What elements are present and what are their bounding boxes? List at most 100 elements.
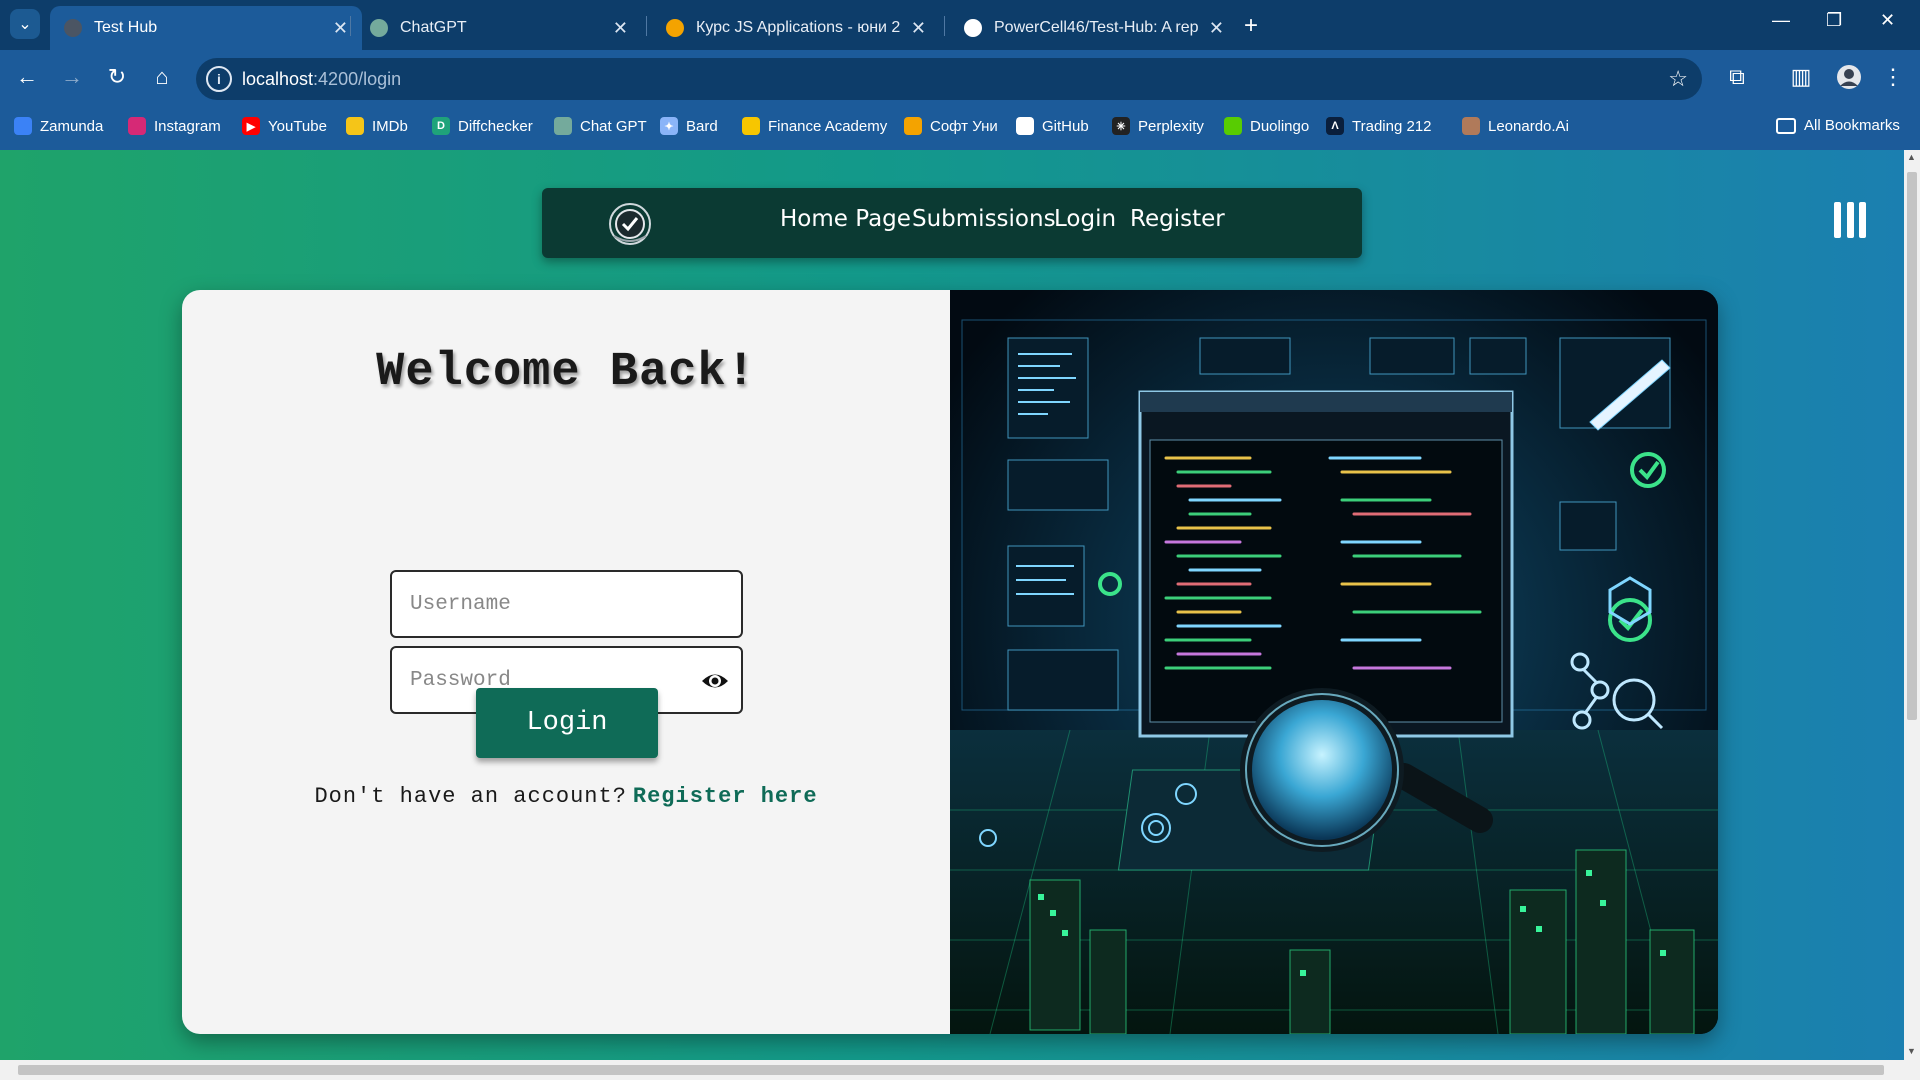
site-navbar: Home Page Submissions Login Register <box>542 188 1362 258</box>
bookmark-item[interactable]: Instagram <box>128 117 221 135</box>
tab-title: ChatGPT <box>400 19 467 36</box>
scroll-up-icon[interactable]: ▲ <box>1907 152 1916 162</box>
browser-tab[interactable]: Test Hub ✕ <box>50 6 362 50</box>
bookmark-favicon-icon <box>554 117 572 135</box>
hero-illustration <box>950 290 1718 1034</box>
bookmark-item[interactable]: ✦ Bard <box>660 117 718 135</box>
browser-menu-icon[interactable]: ⋮ <box>1878 64 1908 90</box>
bookmark-item[interactable]: Софт Уни <box>904 117 998 135</box>
profile-avatar[interactable] <box>1834 64 1864 96</box>
back-icon[interactable]: ← <box>12 64 42 90</box>
bookmark-label: Софт Уни <box>930 117 998 135</box>
bookmark-favicon-icon <box>1016 117 1034 135</box>
bookmark-favicon-icon <box>128 117 146 135</box>
browser-tab[interactable]: Курс JS Applications - юни 202 ✕ <box>652 6 940 50</box>
username-field[interactable] <box>390 570 743 638</box>
close-tab-icon[interactable]: ✕ <box>613 18 628 39</box>
bookmark-favicon-icon <box>1462 117 1480 135</box>
bookmark-label: Chat GPT <box>580 117 647 135</box>
nav-login[interactable]: Login <box>1054 206 1116 232</box>
horizontal-scroll-thumb[interactable] <box>18 1065 1884 1075</box>
tab-separator <box>350 16 351 36</box>
address-bar[interactable]: i localhost:4200/login ☆ <box>196 58 1702 100</box>
tab-title: Курс JS Applications - юни 202 <box>696 19 901 36</box>
bookmark-label: Leonardo.Ai <box>1488 117 1569 135</box>
browser-tab[interactable]: PowerCell46/Test-Hub: A reposi ✕ <box>950 6 1238 50</box>
extensions-icon[interactable]: ⧉ <box>1722 64 1752 90</box>
hamburger-menu-icon[interactable] <box>1834 202 1866 238</box>
tab-favicon-icon <box>64 19 82 37</box>
close-window-icon[interactable]: ✕ <box>1880 10 1895 31</box>
login-form-panel: Welcome Back! Login Don't have an accoun… <box>182 290 950 1034</box>
page-title: Welcome Back! <box>376 346 756 399</box>
tab-favicon-icon <box>964 19 982 37</box>
bookmark-favicon-icon <box>904 117 922 135</box>
close-tab-icon[interactable]: ✕ <box>1209 18 1224 39</box>
vertical-scrollbar[interactable]: ▲ ▼ <box>1904 150 1920 1060</box>
bookmark-star-icon[interactable]: ☆ <box>1668 66 1688 92</box>
bookmark-label: Zamunda <box>40 117 104 135</box>
url-text[interactable]: localhost:4200/login <box>242 69 401 90</box>
minimize-icon[interactable]: — <box>1772 10 1790 31</box>
bookmark-label: Trading 212 <box>1352 117 1432 135</box>
close-tab-icon[interactable]: ✕ <box>333 18 348 39</box>
tab-search-button[interactable]: ⌄ <box>10 9 40 39</box>
bookmark-item[interactable]: IMDb <box>346 117 408 135</box>
eye-icon[interactable] <box>701 670 729 692</box>
code-testing-illustration <box>950 290 1718 1034</box>
bookmark-favicon-icon: ▶ <box>242 117 260 135</box>
reload-icon[interactable]: ↻ <box>102 64 132 90</box>
register-prompt-text: Don't have an account? <box>314 784 627 809</box>
nav-home-page[interactable]: Home Page <box>780 206 911 232</box>
tab-favicon-icon <box>370 19 388 37</box>
scroll-down-icon[interactable]: ▼ <box>1907 1046 1916 1056</box>
bookmark-item[interactable]: GitHub <box>1016 117 1089 135</box>
restore-icon[interactable]: ❐ <box>1826 10 1842 31</box>
bookmark-label: Finance Academy <box>768 117 888 135</box>
bookmark-item[interactable]: Λ Trading 212 <box>1326 117 1432 135</box>
bookmark-favicon-icon: ✳ <box>1112 117 1130 135</box>
bookmark-favicon-icon: ✦ <box>660 117 678 135</box>
forward-icon[interactable]: → <box>57 64 87 90</box>
browser-toolbar: ← → ↻ ⌂ i localhost:4200/login ☆ ⧉ ▥ ⋮ <box>0 50 1920 108</box>
bookmark-label: Diffchecker <box>458 117 533 135</box>
test-hub-logo[interactable] <box>608 202 652 246</box>
bookmark-item[interactable]: Finance Academy <box>742 117 887 135</box>
bookmark-label: YouTube <box>268 117 327 135</box>
browser-tab[interactable]: ChatGPT ✕ <box>356 6 642 50</box>
bookmark-item[interactable]: D Diffchecker <box>432 117 533 135</box>
bookmark-favicon-icon <box>346 117 364 135</box>
bookmark-item[interactable]: Duolingo <box>1224 117 1309 135</box>
login-button[interactable]: Login <box>476 688 658 758</box>
vertical-scroll-thumb[interactable] <box>1907 172 1917 720</box>
bookmark-item[interactable]: ✳ Perplexity <box>1112 117 1204 135</box>
new-tab-button[interactable]: + <box>1244 12 1258 40</box>
register-link[interactable]: Register here <box>633 784 818 809</box>
nav-register[interactable]: Register <box>1130 206 1225 232</box>
bookmarks-bar: Zamunda Instagram ▶ YouTube IMDb D Diffchecker… <box>0 108 1920 150</box>
bookmark-favicon-icon: D <box>432 117 450 135</box>
bookmark-item[interactable]: ▶ YouTube <box>242 117 327 135</box>
side-panel-icon[interactable]: ▥ <box>1786 64 1816 90</box>
bookmark-item[interactable]: Zamunda <box>14 117 103 135</box>
username-input[interactable] <box>392 572 741 636</box>
bookmark-favicon-icon <box>14 117 32 135</box>
all-bookmarks-label: All Bookmarks <box>1804 117 1900 134</box>
home-icon[interactable]: ⌂ <box>147 64 177 90</box>
site-info-icon[interactable]: i <box>206 66 232 92</box>
login-card: Welcome Back! Login Don't have an accoun… <box>182 290 1718 1034</box>
tab-favicon-icon <box>666 19 684 37</box>
bookmark-item[interactable]: Chat GPT <box>554 117 647 135</box>
bookmark-item[interactable]: Leonardo.Ai <box>1462 117 1569 135</box>
nav-submissions[interactable]: Submissions <box>912 206 1056 232</box>
tab-separator <box>646 16 647 36</box>
page-viewport: Home Page Submissions Login Register Wel… <box>0 150 1904 1060</box>
all-bookmarks[interactable]: All Bookmarks <box>1776 117 1900 134</box>
tab-title: PowerCell46/Test-Hub: A reposi <box>994 19 1199 36</box>
bookmark-label: GitHub <box>1042 117 1089 135</box>
close-tab-icon[interactable]: ✕ <box>911 18 926 39</box>
horizontal-scrollbar[interactable] <box>0 1060 1920 1080</box>
folder-icon <box>1776 117 1796 134</box>
bookmark-label: Instagram <box>154 117 221 135</box>
register-prompt: Don't have an account? Register here <box>182 784 950 809</box>
